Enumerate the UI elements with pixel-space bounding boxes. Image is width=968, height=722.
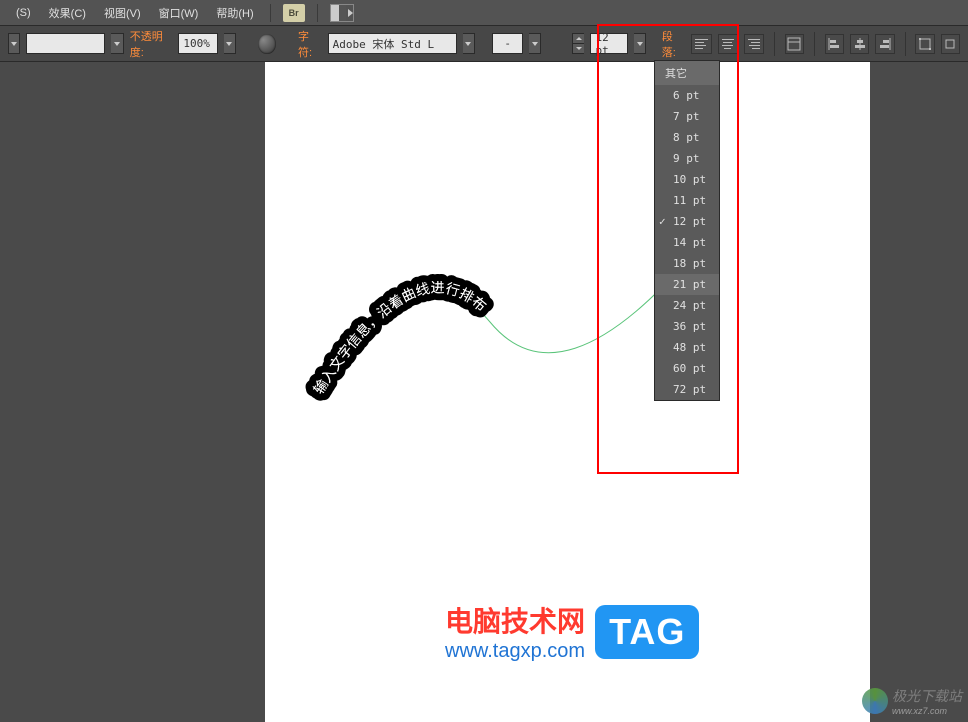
- dropdown-item[interactable]: 21 pt: [655, 274, 719, 295]
- options-toolbar: 不透明度: 100% 字符: Adobe 宋体 Std L - 12 pt 段落…: [0, 26, 968, 62]
- watermark-url: www.tagxp.com: [445, 640, 585, 663]
- chevron-down-icon[interactable]: [8, 33, 20, 54]
- font-size-dropdown-arrow[interactable]: [634, 33, 646, 54]
- font-size-input[interactable]: 12 pt: [590, 33, 628, 54]
- transform-icon[interactable]: [915, 34, 934, 54]
- chevron-down-icon[interactable]: [111, 33, 123, 54]
- align-right-button[interactable]: [744, 34, 764, 54]
- anchor-point-icon: [313, 390, 316, 393]
- opacity-label: 不透明度:: [130, 28, 171, 60]
- bridge-icon[interactable]: Br: [283, 4, 305, 22]
- dropdown-item[interactable]: 12 pt: [655, 211, 719, 232]
- align-left-button[interactable]: [691, 34, 711, 54]
- dropdown-item[interactable]: 6 pt: [655, 85, 719, 106]
- dropdown-item[interactable]: 14 pt: [655, 232, 719, 253]
- dropdown-item[interactable]: 24 pt: [655, 295, 719, 316]
- dropdown-item[interactable]: 9 pt: [655, 148, 719, 169]
- menu-window[interactable]: 窗口(W): [151, 2, 207, 24]
- separator: [814, 32, 815, 56]
- opacity-input[interactable]: 100%: [178, 33, 217, 54]
- path-text-overlay: 输入文字信息，沿着曲线进行排布: [311, 280, 489, 397]
- dropdown-item[interactable]: 60 pt: [655, 358, 719, 379]
- panel-icon-1[interactable]: [785, 34, 804, 54]
- dropdown-item[interactable]: 7 pt: [655, 106, 719, 127]
- watermark-title: 电脑技术网: [445, 600, 585, 640]
- menu-effects[interactable]: 效果(C): [41, 2, 94, 24]
- menubar: (S) 效果(C) 视图(V) 窗口(W) 帮助(H) Br: [0, 0, 968, 26]
- watermark-xz7: 极光下载站 www.xz7.com: [862, 686, 962, 716]
- dropdown-item[interactable]: 10 pt: [655, 169, 719, 190]
- globe-icon: [862, 688, 888, 714]
- watermark-tag-badge: TAG: [595, 605, 699, 659]
- font-family-input[interactable]: Adobe 宋体 Std L: [328, 33, 457, 54]
- dropdown-item[interactable]: 11 pt: [655, 190, 719, 211]
- font-weight-input[interactable]: -: [492, 33, 523, 54]
- watermark2-url: www.xz7.com: [892, 706, 962, 716]
- chevron-down-icon[interactable]: [529, 33, 541, 54]
- watermark2-title: 极光下载站: [892, 686, 962, 706]
- align-center-button[interactable]: [718, 34, 738, 54]
- dropdown-item[interactable]: 36 pt: [655, 316, 719, 337]
- align-obj-center-button[interactable]: [850, 34, 869, 54]
- separator: [270, 4, 271, 22]
- menu-s[interactable]: (S): [8, 4, 39, 22]
- field-1[interactable]: [26, 33, 105, 54]
- dropdown-header[interactable]: 其它: [655, 61, 719, 85]
- menu-view[interactable]: 视图(V): [96, 2, 149, 24]
- watermark-tagxp: 电脑技术网 www.tagxp.com TAG: [445, 600, 699, 663]
- dropdown-item[interactable]: 8 pt: [655, 127, 719, 148]
- isolate-icon[interactable]: [941, 34, 960, 54]
- font-size-stepper[interactable]: [572, 33, 584, 54]
- separator: [905, 32, 906, 56]
- character-label: 字符:: [298, 28, 320, 60]
- font-size-dropdown[interactable]: 其它 6 pt7 pt8 pt9 pt10 pt11 pt12 pt14 pt1…: [654, 60, 720, 401]
- layout-switcher-icon[interactable]: [330, 4, 354, 22]
- style-target-icon[interactable]: [258, 34, 275, 54]
- chevron-down-icon[interactable]: [463, 33, 475, 54]
- align-obj-left-button[interactable]: [825, 34, 844, 54]
- align-obj-right-button[interactable]: [875, 34, 894, 54]
- menu-help[interactable]: 帮助(H): [208, 2, 261, 24]
- dropdown-item[interactable]: 72 pt: [655, 379, 719, 400]
- separator: [317, 4, 318, 22]
- chevron-down-icon[interactable]: [224, 33, 236, 54]
- paragraph-label: 段落:: [662, 28, 684, 60]
- separator: [774, 32, 775, 56]
- dropdown-item[interactable]: 18 pt: [655, 253, 719, 274]
- dropdown-item[interactable]: 48 pt: [655, 337, 719, 358]
- path-text[interactable]: 输入文字信息，沿着曲线进行排布: [311, 280, 489, 397]
